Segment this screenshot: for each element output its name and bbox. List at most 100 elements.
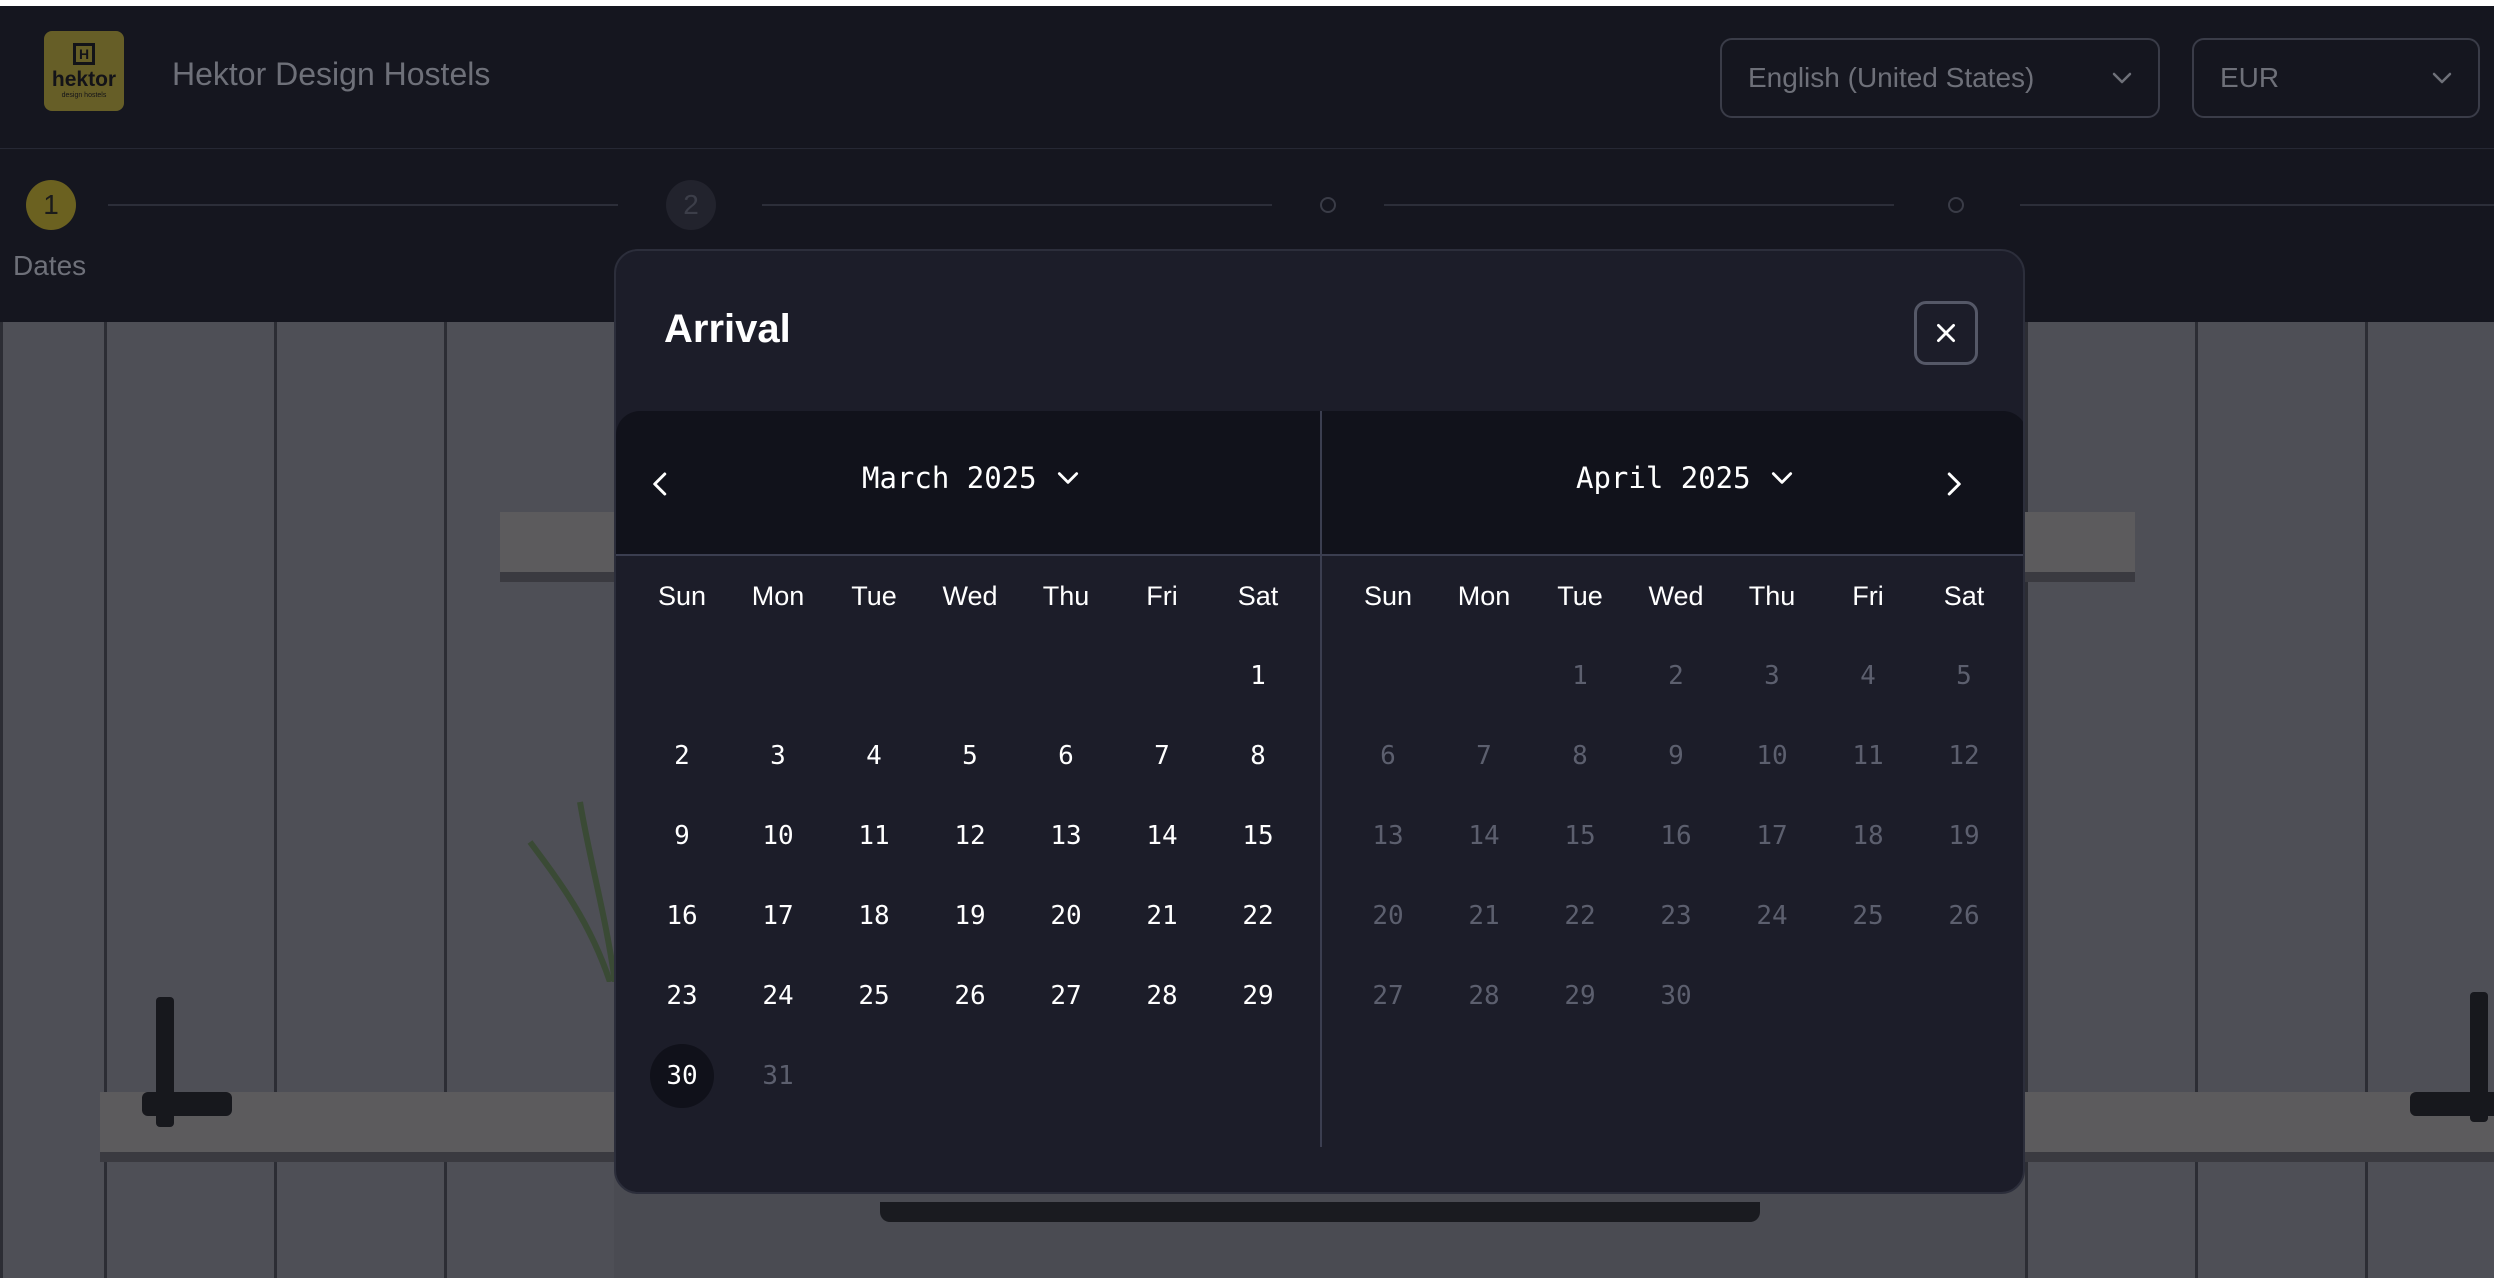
day-cell: 7 — [1436, 716, 1532, 796]
day-number: 9 — [1668, 741, 1684, 771]
currency-select[interactable]: EUR — [2192, 38, 2480, 118]
day-number: 20 — [1372, 901, 1404, 931]
clamp-base — [142, 1092, 232, 1116]
day-cell[interactable]: 16 — [634, 876, 730, 956]
day-number: 13 — [1372, 821, 1404, 851]
day-cell[interactable]: 12 — [922, 796, 1018, 876]
day-cell[interactable]: 15 — [1210, 796, 1306, 876]
hektor-logo[interactable]: H hektor design hostels — [44, 31, 124, 111]
month-grid-march: Sun Mon Tue Wed Thu Fri Sat 1 2 3 4 5 6 7 8 9 10 11 12 13 14… — [616, 556, 1320, 1116]
day-cell[interactable]: 28 — [1114, 956, 1210, 1036]
day-cell: 18 — [1820, 796, 1916, 876]
close-button[interactable] — [1914, 301, 1978, 365]
day-cell: 27 — [1340, 956, 1436, 1036]
day-cell[interactable]: 26 — [922, 956, 1018, 1036]
language-select[interactable]: English (United States) — [1720, 38, 2160, 118]
day-number: 24 — [762, 981, 794, 1011]
weekday-header: Mon — [751, 580, 805, 611]
day-cell: 9 — [1628, 716, 1724, 796]
month-select-right[interactable]: April 2025 — [1576, 461, 1795, 495]
day-cell[interactable]: 7 — [1114, 716, 1210, 796]
weekday-header: Wed — [1648, 580, 1704, 611]
day-cell[interactable]: 23 — [634, 956, 730, 1036]
day-cell: 15 — [1532, 796, 1628, 876]
day-cell[interactable]: 8 — [1210, 716, 1306, 796]
month-label: April 2025 — [1576, 461, 1751, 495]
day-cell: 2 — [1628, 636, 1724, 716]
clamp-base — [2410, 1092, 2494, 1116]
month-label: March 2025 — [862, 461, 1037, 495]
chevron-right-icon — [1947, 472, 1961, 496]
day-cell[interactable]: 4 — [826, 716, 922, 796]
day-cell: 17 — [1724, 796, 1820, 876]
language-select-value: English (United States) — [1748, 62, 2035, 93]
day-cell[interactable]: 18 — [826, 876, 922, 956]
day-cell[interactable]: 1 — [1210, 636, 1306, 716]
step-2-indicator[interactable]: 2 — [666, 180, 716, 230]
day-number: 20 — [1050, 901, 1082, 931]
day-cell[interactable]: 10 — [730, 796, 826, 876]
day-cell: 24 — [1724, 876, 1820, 956]
day-number: 4 — [1860, 661, 1876, 691]
month-select-left[interactable]: March 2025 — [862, 461, 1081, 495]
day-cell: 6 — [1340, 716, 1436, 796]
weekday-header: Sat — [1237, 580, 1279, 611]
day-cell[interactable]: 6 — [1018, 716, 1114, 796]
day-cell[interactable]: 21 — [1114, 876, 1210, 956]
day-number: 10 — [762, 821, 794, 851]
day-cell[interactable]: 24 — [730, 956, 826, 1036]
previous-month-button[interactable] — [636, 459, 686, 509]
day-cell-selected[interactable]: 30 — [634, 1036, 730, 1116]
day-cell[interactable]: 29 — [1210, 956, 1306, 1036]
next-month-button[interactable] — [1928, 459, 1978, 509]
day-cell: 29 — [1532, 956, 1628, 1036]
day-cell: 13 — [1340, 796, 1436, 876]
day-number: 21 — [1468, 901, 1500, 931]
day-cell[interactable]: 14 — [1114, 796, 1210, 876]
chevron-down-icon — [2432, 72, 2452, 84]
day-cell[interactable]: 20 — [1018, 876, 1114, 956]
day-cell[interactable]: 17 — [730, 876, 826, 956]
logo-word: hektor — [51, 68, 117, 91]
day-number: 25 — [1852, 901, 1884, 931]
day-cell: 25 — [1820, 876, 1916, 956]
day-cell[interactable]: 19 — [922, 876, 1018, 956]
step-1-indicator[interactable]: 1 — [26, 180, 76, 230]
day-number: 6 — [1380, 741, 1396, 771]
day-cell: 19 — [1916, 796, 2012, 876]
day-cell[interactable]: 5 — [922, 716, 1018, 796]
step-3-indicator[interactable] — [1320, 197, 1336, 213]
day-cell[interactable]: 11 — [826, 796, 922, 876]
day-cell[interactable]: 25 — [826, 956, 922, 1036]
day-cell[interactable]: 27 — [1018, 956, 1114, 1036]
day-cell[interactable]: 13 — [1018, 796, 1114, 876]
day-cell: 5 — [1916, 636, 2012, 716]
day-cell: 10 — [1724, 716, 1820, 796]
day-number: 7 — [1154, 741, 1170, 771]
step-connector — [108, 204, 618, 206]
day-number: 12 — [1948, 741, 1980, 771]
day-number: 22 — [1242, 901, 1274, 931]
day-number: 2 — [1668, 661, 1684, 691]
day-cell[interactable]: 2 — [634, 716, 730, 796]
weekday-header: Sun — [657, 580, 707, 611]
brand-name: Hektor Design Hostels — [172, 56, 491, 92]
day-cell[interactable]: 9 — [634, 796, 730, 876]
day-cell: 22 — [1532, 876, 1628, 956]
weekday-header: Thu — [1042, 580, 1090, 611]
chevron-down-icon — [1057, 472, 1078, 484]
day-number: 15 — [1242, 821, 1274, 851]
step-connector — [1384, 204, 1894, 206]
day-cell: 4 — [1820, 636, 1916, 716]
day-number: 5 — [962, 741, 978, 771]
day-cell[interactable]: 3 — [730, 716, 826, 796]
day-number: 25 — [858, 981, 890, 1011]
day-number: 26 — [954, 981, 986, 1011]
day-cell[interactable]: 22 — [1210, 876, 1306, 956]
step-1-label: Dates — [13, 250, 87, 281]
step-4-indicator[interactable] — [1948, 197, 1964, 213]
day-cell: 23 — [1628, 876, 1724, 956]
day-number: 2 — [674, 741, 690, 771]
day-number: 17 — [1756, 821, 1788, 851]
chevron-down-icon — [1771, 472, 1792, 484]
